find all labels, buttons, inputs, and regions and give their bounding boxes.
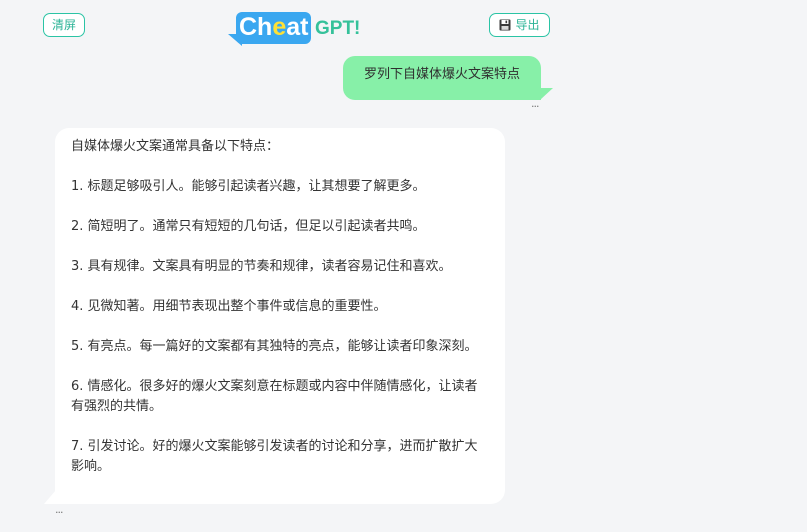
cheatgpt-logo: Cheat GPT! bbox=[228, 12, 368, 48]
bot-message-line-2: 2. 简短明了。通常只有短短的几句话，但足以引起读者共鸣。 bbox=[71, 219, 426, 234]
logo-cheat-suffix: at bbox=[286, 13, 309, 41]
clear-screen-button[interactable]: 清屏 bbox=[43, 13, 85, 37]
bot-message-bubble: 自媒体爆火文案通常具备以下特点： 1. 标题足够吸引人。能够引起读者兴趣，让其想… bbox=[55, 128, 505, 504]
export-button[interactable]: 导出 bbox=[489, 13, 550, 37]
logo-cheat-prefix: Ch bbox=[239, 13, 273, 41]
bot-message-line-4: 4. 见微知著。用细节表现出整个事件或信息的重要性。 bbox=[71, 299, 387, 314]
user-message-bubble: 罗列下自媒体爆火文案特点 bbox=[343, 56, 541, 100]
bot-message-line-3: 3. 具有规律。文案具有明显的节奏和规律，读者容易记住和喜欢。 bbox=[71, 259, 452, 274]
user-message-more-button[interactable]: ··· bbox=[531, 101, 539, 113]
bot-message-line-5: 5. 有亮点。每一篇好的文案都有其独特的亮点，能够让读者印象深刻。 bbox=[71, 339, 478, 354]
export-label: 导出 bbox=[515, 18, 540, 32]
bot-message-line-6: 6. 情感化。很多好的爆火文案刻意在标题或内容中伴随情感化，让读者有强烈的共情。 bbox=[71, 379, 478, 414]
bot-message-line-1: 1. 标题足够吸引人。能够引起读者兴趣，让其想要了解更多。 bbox=[71, 179, 426, 194]
logo-gpt-text: GPT! bbox=[315, 18, 361, 39]
save-icon bbox=[499, 19, 511, 31]
bot-message-more-button[interactable]: ··· bbox=[55, 507, 63, 519]
bot-message-line-7: 7. 引发讨论。好的爆火文案能够引发读者的讨论和分享，进而扩散扩大影响。 bbox=[71, 439, 478, 474]
logo-cheat-text: Cheat bbox=[239, 11, 308, 43]
bot-message-line-intro: 自媒体爆火文案通常具备以下特点： bbox=[71, 139, 280, 154]
logo-cheat-highlight: e bbox=[272, 13, 287, 41]
user-message-text: 罗列下自媒体爆火文案特点 bbox=[363, 67, 520, 82]
user-bubble-tail bbox=[540, 88, 553, 100]
